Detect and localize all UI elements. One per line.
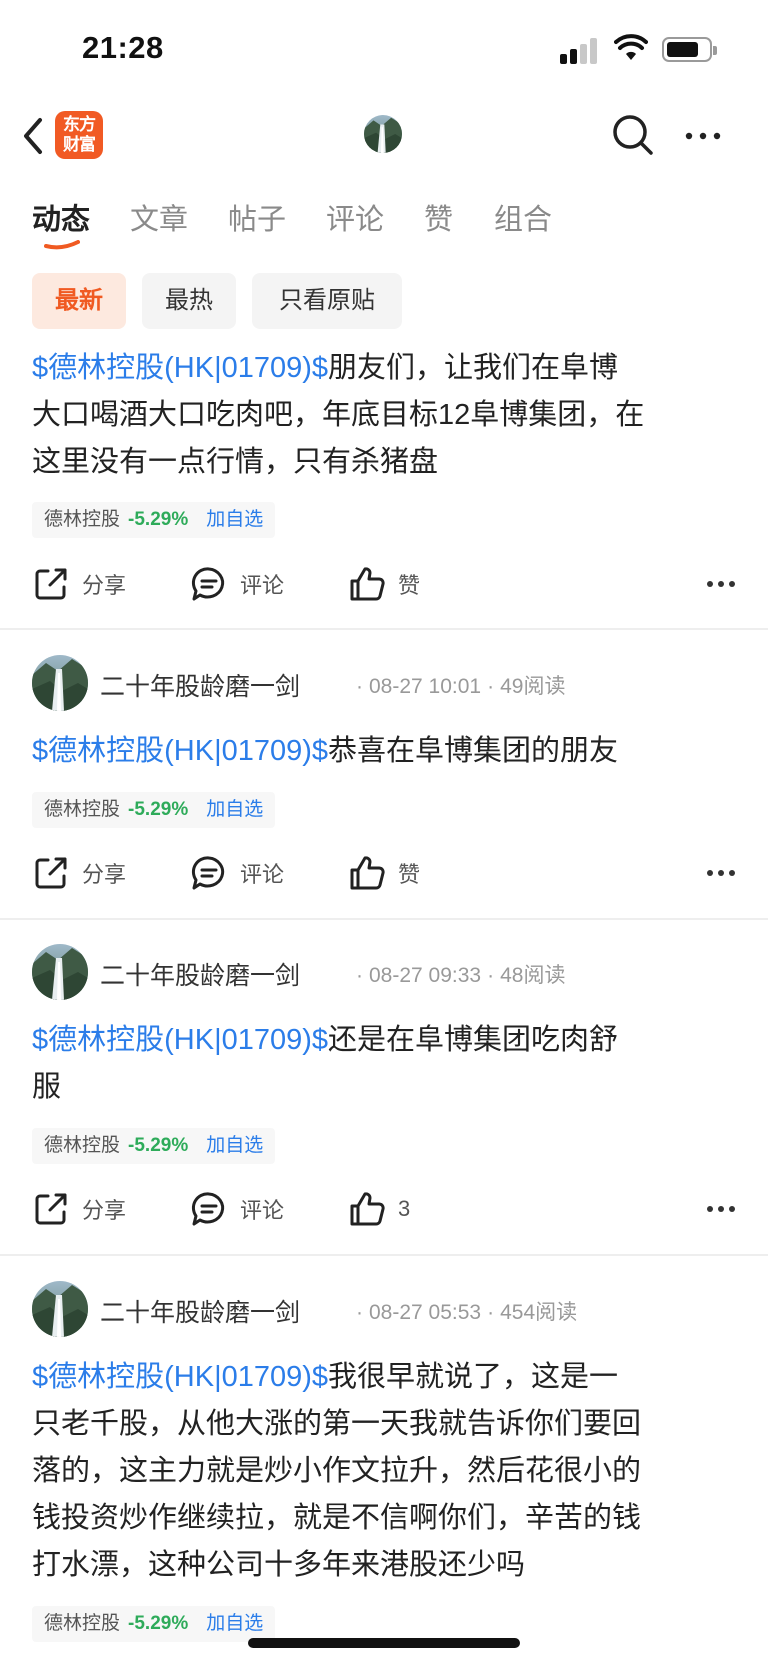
post-content[interactable]: $德林控股(HK|01709)$还是在阜博集团吃肉舒 服: [32, 1017, 738, 1111]
share-button[interactable]: 分享: [32, 1187, 126, 1231]
post-actions: 分享 评论 3: [32, 1187, 736, 1231]
post-more-icon[interactable]: [706, 1195, 736, 1223]
like-button[interactable]: 赞: [348, 562, 420, 606]
stock-change: -5.29%: [128, 509, 189, 530]
post-header: 二十年股龄磨一剑 · 08-27 09:33 · 48阅读: [32, 944, 732, 1000]
tab-likes[interactable]: 赞: [424, 196, 453, 238]
profile-avatar[interactable]: [364, 115, 402, 153]
stock-ticker-link[interactable]: $德林控股(HK|01709)$: [32, 352, 328, 384]
post-header: 二十年股龄磨一剑 · 08-27 10:01 · 49阅读: [32, 655, 732, 711]
share-icon: [35, 1193, 67, 1225]
more-options-icon[interactable]: [680, 116, 726, 156]
author-name[interactable]: 二十年股龄磨一剑: [100, 1293, 300, 1329]
comment-icon: [191, 1192, 225, 1226]
post-content[interactable]: $德林控股(HK|01709)$我很早就说了，这是一 只老千股，从他大涨的第一天…: [32, 1354, 738, 1589]
stock-change: -5.29%: [128, 1613, 189, 1634]
thumbs-up-icon: [350, 567, 385, 601]
wifi-icon: [614, 34, 648, 60]
like-button[interactable]: 3: [348, 1187, 410, 1231]
battery-icon: [662, 37, 717, 62]
stock-chip[interactable]: 德林控股 -5.29% 加自选: [32, 1606, 276, 1642]
author-name[interactable]: 二十年股龄磨一剑: [100, 956, 300, 992]
active-tab-indicator: [44, 240, 80, 250]
comment-button[interactable]: 评论: [190, 562, 284, 606]
read-count: 48阅读: [500, 964, 566, 987]
author-avatar[interactable]: [32, 1281, 88, 1337]
post-meta: · 08-27 10:01 · 49阅读: [356, 675, 566, 698]
share-icon: [35, 857, 67, 889]
divider: [0, 628, 768, 630]
thumbs-up-icon: [350, 1192, 385, 1226]
read-count: 49阅读: [500, 675, 566, 698]
read-count: 454阅读: [500, 1301, 578, 1324]
tab-dynamic[interactable]: 动态: [32, 196, 90, 238]
divider: [0, 918, 768, 920]
stock-ticker-link[interactable]: $德林控股(HK|01709)$: [32, 1361, 328, 1393]
tab-comments[interactable]: 评论: [326, 196, 384, 238]
like-count: 3: [398, 1196, 411, 1221]
search-icon[interactable]: [610, 112, 656, 158]
comment-icon: [191, 856, 225, 890]
add-watchlist-button[interactable]: 加自选: [206, 1135, 263, 1156]
add-watchlist-button[interactable]: 加自选: [206, 509, 263, 530]
post-header: 二十年股龄磨一剑 · 08-27 05:53 · 454阅读: [32, 1281, 732, 1337]
stock-ticker-link[interactable]: $德林控股(HK|01709)$: [32, 735, 328, 767]
app-logo[interactable]: 东方 财富: [55, 111, 103, 159]
cellular-signal-icon: [560, 38, 600, 64]
stock-chip[interactable]: 德林控股 -5.29% 加自选: [32, 792, 276, 828]
stock-ticker-link[interactable]: $德林控股(HK|01709)$: [32, 1024, 328, 1056]
filter-latest[interactable]: 最新: [32, 273, 126, 329]
post-time: 08-27 10:01: [369, 675, 482, 698]
tab-articles[interactable]: 文章: [130, 196, 188, 238]
post-time: 08-27 09:33: [369, 964, 482, 987]
back-chevron-icon[interactable]: [18, 114, 48, 158]
comment-icon: [191, 567, 225, 601]
post-actions: 分享 评论 赞: [32, 851, 736, 895]
add-watchlist-button[interactable]: 加自选: [206, 1613, 263, 1634]
stock-change: -5.29%: [128, 1135, 189, 1156]
share-button[interactable]: 分享: [32, 851, 126, 895]
home-indicator[interactable]: [248, 1638, 520, 1648]
author-name[interactable]: 二十年股龄磨一剑: [100, 667, 300, 703]
add-watchlist-button[interactable]: 加自选: [206, 799, 263, 820]
post-more-icon[interactable]: [706, 859, 736, 887]
status-time: 21:28: [82, 30, 164, 65]
author-avatar[interactable]: [32, 944, 88, 1000]
post-more-icon[interactable]: [706, 570, 736, 598]
post-content[interactable]: $德林控股(HK|01709)$朋友们，让我们在阜博 大口喝酒大口吃肉吧，年底目…: [32, 345, 738, 486]
filter-original-only[interactable]: 只看原贴: [252, 273, 402, 329]
filter-hottest[interactable]: 最热: [142, 273, 236, 329]
post-meta: · 08-27 05:53 · 454阅读: [356, 1301, 578, 1324]
tab-posts[interactable]: 帖子: [228, 196, 286, 238]
stock-chip[interactable]: 德林控股 -5.29% 加自选: [32, 502, 276, 538]
comment-button[interactable]: 评论: [190, 851, 284, 895]
divider: [0, 1254, 768, 1256]
post-meta: · 08-27 09:33 · 48阅读: [356, 964, 566, 987]
stock-change: -5.29%: [128, 799, 189, 820]
share-icon: [35, 568, 67, 600]
post-actions: 分享 评论 赞: [32, 562, 736, 606]
like-button[interactable]: 赞: [348, 851, 420, 895]
share-button[interactable]: 分享: [32, 562, 126, 606]
stock-chip[interactable]: 德林控股 -5.29% 加自选: [32, 1128, 276, 1164]
post-time: 08-27 05:53: [369, 1301, 482, 1324]
status-bar: 21:28: [0, 0, 768, 100]
tab-portfolio[interactable]: 组合: [494, 196, 552, 238]
comment-button[interactable]: 评论: [190, 1187, 284, 1231]
author-avatar[interactable]: [32, 655, 88, 711]
nav-bar: 东方 财富: [0, 100, 768, 176]
post-content[interactable]: $德林控股(HK|01709)$恭喜在阜博集团的朋友: [32, 728, 738, 775]
thumbs-up-icon: [350, 856, 385, 890]
